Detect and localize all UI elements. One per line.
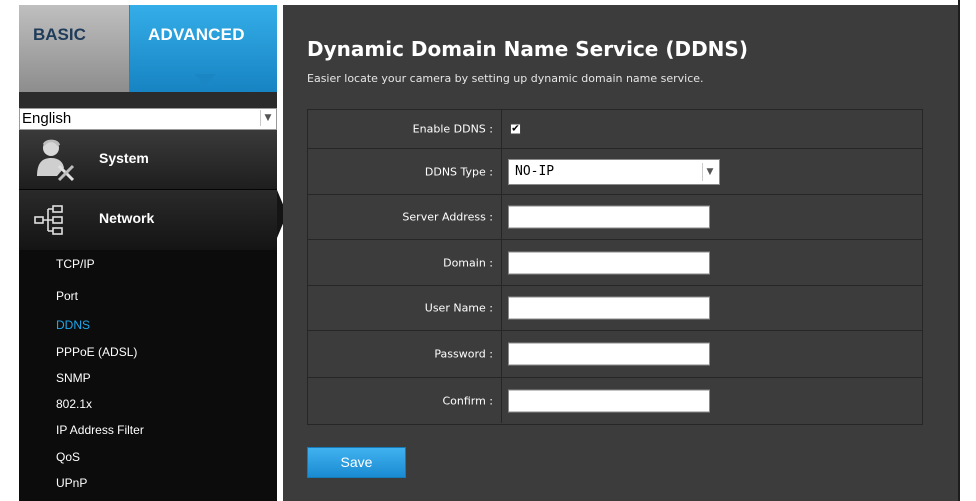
server-address-label: Server Address : (402, 210, 493, 224)
ddns-type-select[interactable]: NO-IP ▼ (508, 158, 720, 185)
submenu-item-port[interactable]: Port (56, 289, 78, 303)
password-label: Password : (434, 347, 493, 361)
confirm-password-input[interactable] (508, 389, 710, 412)
submenu-item-tcpip[interactable]: TCP/IP (56, 257, 95, 271)
active-tab-notch (194, 74, 216, 85)
menu-system[interactable]: System (19, 130, 277, 190)
row-confirm: Confirm : (308, 378, 922, 423)
menu-system-label: System (99, 150, 149, 166)
language-select-value: English (22, 110, 72, 127)
user-tools-icon (33, 136, 79, 186)
save-button[interactable]: Save (307, 447, 406, 478)
submenu-item-ip-address-filter[interactable]: IP Address Filter (56, 423, 144, 437)
window-right-edge (958, 0, 976, 501)
network-tree-icon (33, 204, 67, 240)
password-input[interactable] (508, 342, 710, 366)
user-name-input[interactable] (508, 296, 710, 320)
tab-basic-label: BASIC (33, 25, 86, 44)
chevron-down-icon: ▼ (702, 162, 717, 181)
menu-network[interactable]: Network (19, 190, 277, 250)
ddns-type-label: DDNS Type : (424, 165, 493, 178)
tab-basic[interactable]: BASIC (19, 5, 130, 92)
ddns-settings-form: Enable DDNS : ✔ DDNS Type : NO-IP ▼ Serv… (307, 109, 923, 425)
server-address-input[interactable] (508, 205, 710, 229)
enable-ddns-label: Enable DDNS : (412, 122, 493, 136)
sidebar: BASIC ADVANCED English ▼ System Network … (19, 5, 277, 501)
window-right-border (958, 0, 960, 501)
main-panel: Dynamic Domain Name Service (DDNS) Easie… (283, 5, 958, 501)
page-title: Dynamic Domain Name Service (DDNS) (307, 37, 748, 61)
submenu-item-pppoe[interactable]: PPPoE (ADSL) (56, 345, 137, 359)
window-left-edge (0, 0, 12, 501)
tab-advanced-label: ADVANCED (148, 25, 245, 44)
row-user-name: User Name : (308, 286, 922, 331)
row-ddns-type: DDNS Type : NO-IP ▼ (308, 149, 922, 195)
chevron-down-icon: ▼ (260, 110, 275, 126)
tab-advanced[interactable]: ADVANCED (130, 5, 277, 92)
row-enable-ddns: Enable DDNS : ✔ (308, 110, 922, 149)
confirm-label: Confirm : (442, 394, 493, 407)
submenu-item-qos[interactable]: QoS (56, 450, 80, 464)
row-server-address: Server Address : (308, 195, 922, 240)
enable-ddns-checkbox[interactable]: ✔ (510, 123, 521, 135)
language-select[interactable]: English ▼ (19, 108, 277, 130)
user-name-label: User Name : (424, 301, 493, 315)
menu-network-label: Network (99, 210, 155, 226)
row-domain: Domain : (308, 240, 922, 286)
tab-underline-bar (19, 92, 277, 108)
domain-input[interactable] (508, 251, 710, 274)
submenu-item-upnp[interactable]: UPnP (56, 476, 87, 490)
domain-label: Domain : (443, 256, 493, 269)
submenu-item-ddns[interactable]: DDNS (56, 318, 90, 332)
row-password: Password : (308, 331, 922, 378)
submenu-item-8021x[interactable]: 802.1x (56, 397, 92, 411)
submenu-item-snmp[interactable]: SNMP (56, 371, 91, 385)
ddns-type-value: NO-IP (515, 163, 555, 179)
page-subtitle: Easier locate your camera by setting up … (307, 72, 704, 85)
